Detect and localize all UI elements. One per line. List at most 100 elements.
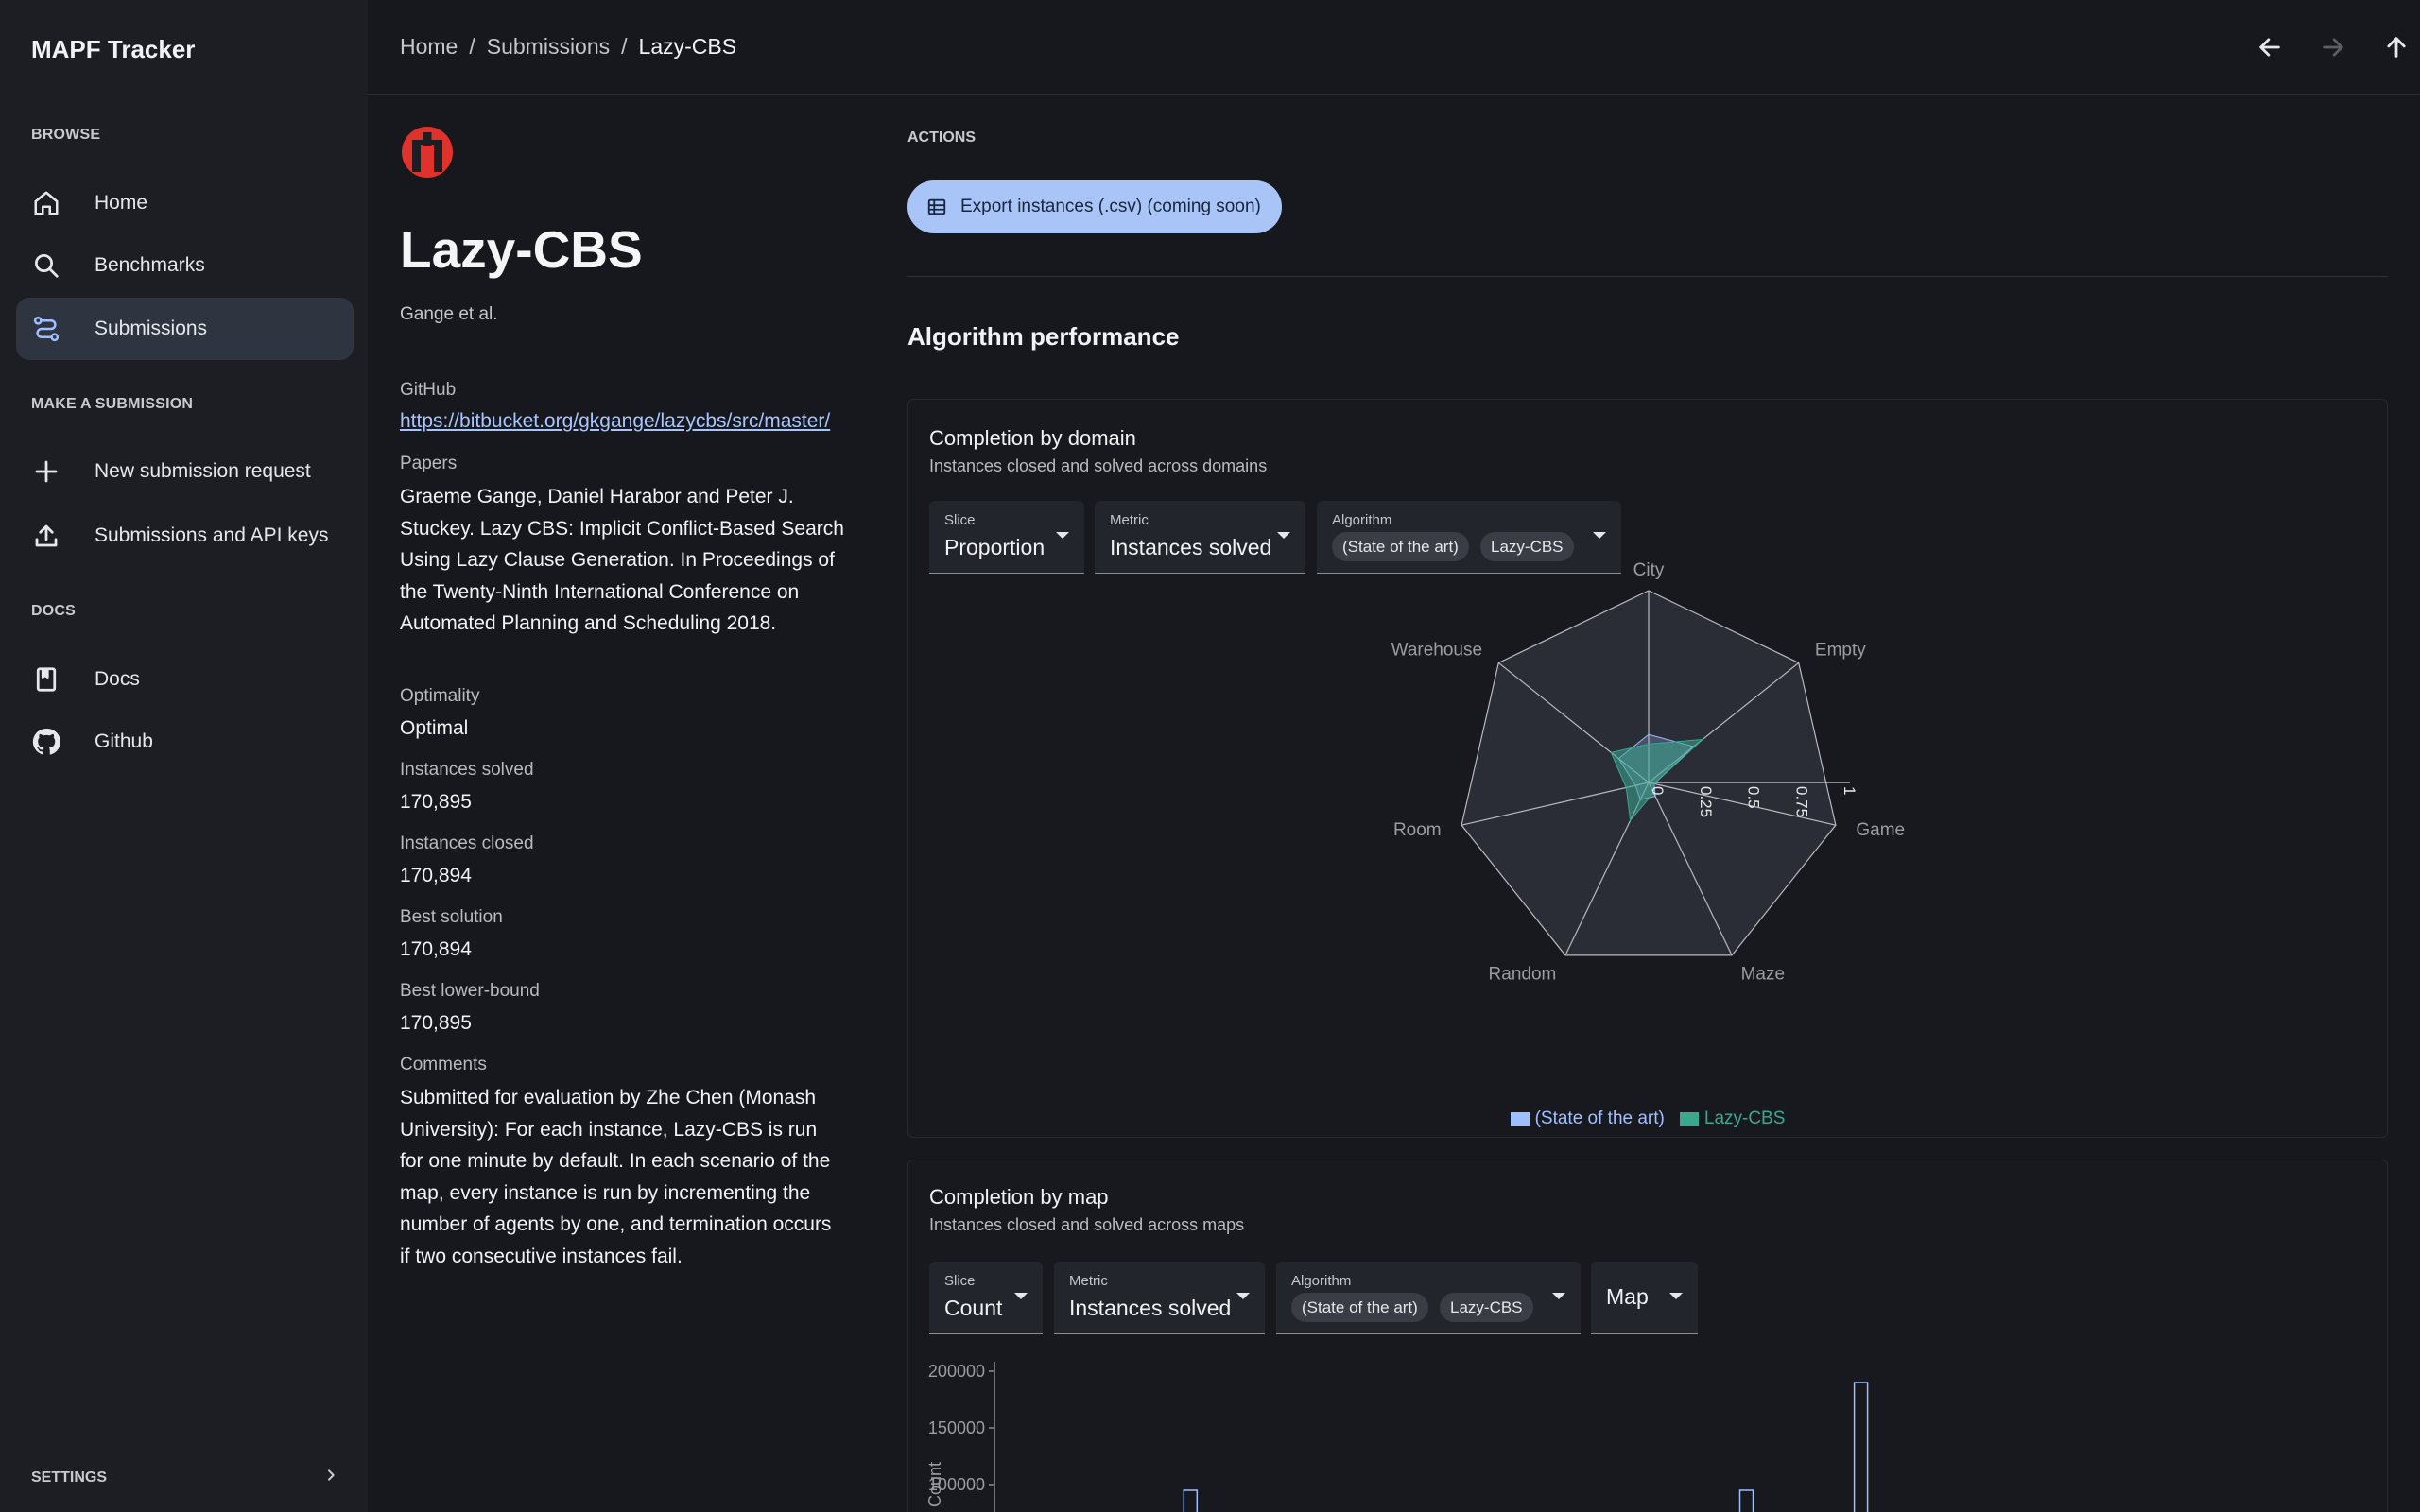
best-lower-bound-value: 170,895 — [400, 1012, 472, 1034]
algorithm-select[interactable]: Algorithm (State of the art) Lazy-CBS — [1276, 1262, 1581, 1334]
submission-logo-icon — [402, 127, 453, 178]
metric-select[interactable]: Metric Instances solved — [1054, 1262, 1265, 1334]
sidebar-item-label: Submissions — [95, 318, 208, 339]
submission-title: Lazy-CBS — [400, 220, 643, 279]
radar-tick-label: 0.25 — [1697, 786, 1715, 817]
sidebar-item-label: Home — [95, 192, 148, 214]
algorithm-chip[interactable]: Lazy-CBS — [1480, 532, 1574, 561]
sidebar-item-github[interactable]: Github — [16, 711, 354, 773]
algorithm-chip[interactable]: (State of the art) — [1332, 532, 1469, 561]
bar[interactable] — [1853, 1382, 1869, 1512]
divider — [908, 276, 2388, 277]
dropdown-arrow-icon — [1277, 532, 1290, 539]
legend-label: Lazy-CBS — [1703, 1108, 1786, 1128]
instances-closed-value: 170,894 — [400, 865, 472, 886]
export-csv-button[interactable]: Export instances (.csv) (coming soon) — [908, 180, 1282, 233]
legend-item-sota[interactable]: (State of the art) — [1510, 1108, 1665, 1129]
radar-chart: City Empty Game Maze Random Room Warehouse 0 0.2… — [1392, 560, 1905, 985]
breadcrumb-separator: / — [469, 34, 475, 59]
section-make-submission: MAKE A SUBMISSION — [31, 396, 194, 412]
radar-tick-label: 0.75 — [1792, 786, 1810, 817]
slice-select[interactable]: Slice Count — [929, 1262, 1043, 1334]
bar[interactable] — [1183, 1489, 1199, 1512]
up-button[interactable] — [2377, 28, 2415, 66]
best-solution-value: 170,894 — [400, 938, 472, 960]
radar-tick-label: 0.5 — [1745, 786, 1763, 809]
sidebar-item-submissions[interactable]: Submissions — [16, 298, 354, 360]
breadcrumb-submissions[interactable]: Submissions — [487, 34, 610, 60]
y-tick-label: 200000 — [928, 1362, 985, 1381]
algorithm-select-label: Algorithm — [1332, 512, 1392, 528]
optimality-label: Optimality — [400, 686, 480, 706]
radar-category-label: Game — [1856, 820, 1905, 840]
comments-value: Submitted for evaluation by Zhe Chen (Mo… — [400, 1087, 832, 1267]
arrow-right-icon — [2323, 38, 2343, 57]
metric-select-value: Instances solved — [1110, 535, 1272, 559]
legend-swatch — [1510, 1111, 1530, 1126]
table-icon — [927, 198, 946, 215]
legend-label: (State of the art) — [1534, 1108, 1665, 1128]
y-tick-label: 150000 — [928, 1418, 985, 1437]
forward-button[interactable] — [2314, 28, 2352, 66]
settings-toggle[interactable]: SETTINGS — [31, 1468, 338, 1487]
sidebar-item-docs[interactable]: Docs — [16, 648, 354, 711]
metric-select-value: Instances solved — [1069, 1296, 1232, 1320]
sidebar-item-label: New submission request — [95, 460, 311, 482]
sidebar-item-api-keys[interactable]: Submissions and API keys — [16, 505, 354, 567]
slice-select-value: Proportion — [944, 535, 1046, 559]
comments-label: Comments — [400, 1055, 487, 1074]
section-browse: BROWSE — [31, 127, 101, 143]
upload-icon — [31, 521, 61, 551]
slice-select-label: Slice — [944, 1273, 976, 1289]
map-select[interactable]: Map — [1591, 1262, 1698, 1334]
card-subtitle: Instances closed and solved across maps — [929, 1215, 1245, 1234]
bar[interactable] — [1738, 1489, 1754, 1512]
app-title[interactable]: MAPF Tracker — [31, 35, 195, 64]
completion-by-map-card: Completion by map Instances closed and s… — [908, 1160, 2388, 1512]
back-button[interactable] — [2251, 28, 2289, 66]
sidebar: MAPF Tracker BROWSE Home Benchmarks Subm… — [0, 0, 368, 1512]
actions-label: ACTIONS — [908, 129, 976, 146]
dropdown-arrow-icon — [1056, 532, 1069, 539]
submission-authors: Gange et al. — [400, 304, 498, 324]
metric-select-label: Metric — [1110, 512, 1149, 528]
home-icon — [31, 188, 61, 218]
section-docs: DOCS — [31, 603, 77, 619]
chart-legend: (State of the art) Lazy-CBS — [908, 1108, 2387, 1129]
chevron-right-icon — [323, 1468, 338, 1487]
radar-category-label: Empty — [1815, 641, 1866, 661]
dropdown-arrow-icon — [1014, 1293, 1028, 1299]
best-solution-label: Best solution — [400, 907, 503, 927]
slice-select-value: Count — [944, 1296, 1003, 1320]
legend-item-lazy-cbs[interactable]: Lazy-CBS — [1679, 1108, 1786, 1129]
algorithm-chip[interactable]: Lazy-CBS — [1440, 1293, 1533, 1322]
radar-category-label: Maze — [1741, 965, 1785, 985]
algorithm-chip[interactable]: (State of the art) — [1291, 1293, 1428, 1322]
github-link[interactable]: https://bitbucket.org/gkgange/lazycbs/sr… — [400, 410, 830, 432]
github-label: GitHub — [400, 380, 457, 400]
plus-icon — [31, 456, 61, 487]
legend-swatch — [1679, 1111, 1699, 1126]
radar-category-label: City — [1634, 560, 1665, 580]
sidebar-item-new-request[interactable]: New submission request — [16, 440, 354, 503]
breadcrumb-separator: / — [621, 34, 628, 59]
route-icon — [31, 314, 61, 344]
export-csv-label: Export instances (.csv) (coming soon) — [960, 197, 1261, 216]
sidebar-item-home[interactable]: Home — [16, 172, 354, 234]
card-title: Completion by map — [929, 1185, 1109, 1209]
top-bar: Home / Submissions / Lazy-CBS — [368, 0, 2420, 95]
dropdown-arrow-icon — [1593, 532, 1606, 539]
sidebar-item-label: Benchmarks — [95, 254, 205, 276]
instances-solved-label: Instances solved — [400, 760, 534, 780]
radar-tick-label: 0 — [1649, 786, 1667, 795]
breadcrumb-home[interactable]: Home — [400, 34, 458, 60]
slice-select-label: Slice — [944, 512, 976, 528]
y-axis-label: Count — [925, 1462, 944, 1507]
github-icon — [31, 727, 61, 757]
papers-label: Papers — [400, 454, 458, 473]
sidebar-item-label: Github — [95, 730, 153, 752]
radar-category-label: Warehouse — [1392, 641, 1482, 661]
sidebar-item-benchmarks[interactable]: Benchmarks — [16, 234, 354, 297]
radar-tick-label: 1 — [1841, 786, 1858, 795]
breadcrumb: Home / Submissions / Lazy-CBS — [400, 34, 736, 60]
